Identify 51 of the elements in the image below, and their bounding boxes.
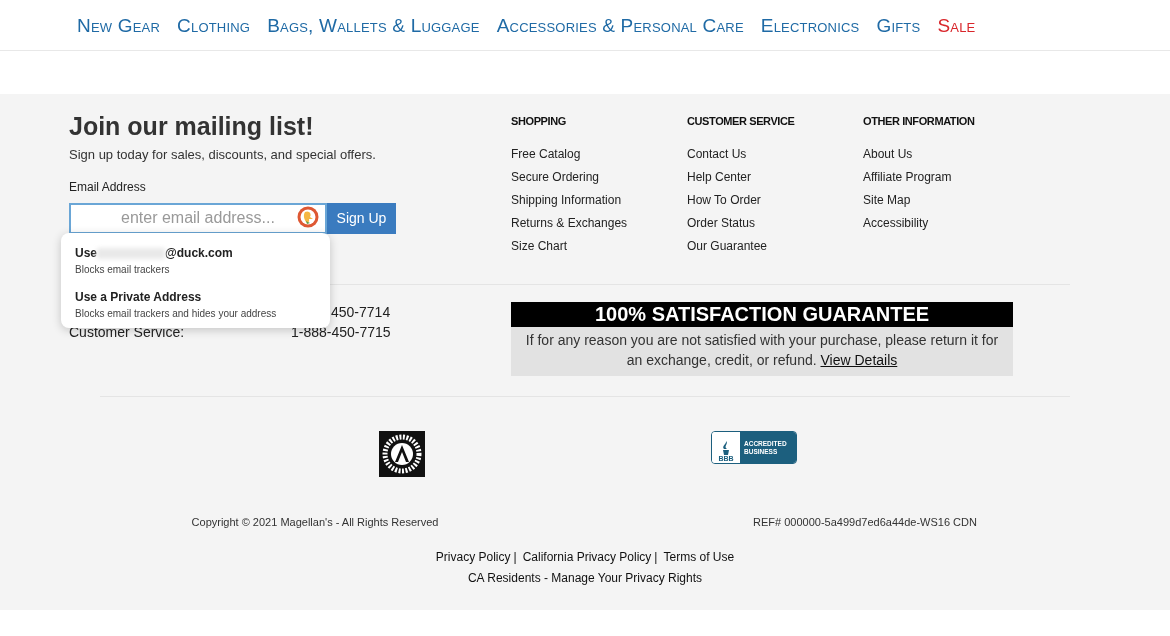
nav-link[interactable]: Gifts — [876, 11, 921, 41]
footer-link[interactable]: Site Map — [863, 193, 911, 207]
footer-link[interactable]: Help Center — [687, 170, 752, 184]
nav-link[interactable]: Accessories & Personal Care — [496, 11, 744, 41]
nav-link[interactable]: Bags, Wallets & Luggage — [267, 11, 480, 41]
torch-icon — [721, 441, 731, 455]
guarantee-text: If for any reason you are not satisfied with your purchase, please return it for an exchange, credit, or refund. View Details — [524, 331, 1000, 370]
nav-link[interactable]: New Gear — [77, 11, 161, 41]
privacy-rights-link[interactable]: CA Residents - Manage Your Privacy Rights — [467, 568, 703, 587]
accessibility-badge-icon — [379, 431, 425, 477]
field-label: Email Address — [69, 178, 147, 196]
email-field[interactable]: enter email address... — [69, 202, 327, 234]
footer-link[interactable]: About Us — [863, 147, 913, 161]
option-description: Blocks email trackers — [75, 263, 171, 277]
footer-link[interactable]: Returns & Exchanges — [511, 216, 628, 230]
copyright-text: Copyright © 2021 Magellan's - All Rights Reserved — [191, 516, 439, 528]
separator-text: | — [512, 548, 518, 566]
legal-link[interactable]: California Privacy Policy — [522, 547, 652, 566]
footer-link[interactable]: Our Guarantee — [687, 239, 768, 253]
footer-link[interactable]: Affiliate Program — [863, 170, 952, 184]
legal-link[interactable]: Privacy Policy — [435, 547, 511, 566]
option-title[interactable]: @duck.com — [165, 246, 233, 260]
footer-link[interactable]: Accessibility — [863, 216, 929, 230]
column-heading: OTHER INFORMATION — [863, 114, 976, 129]
phone-number: 1-888-450-7715 — [291, 324, 391, 340]
nav-link[interactable]: Clothing — [177, 11, 251, 41]
option-description: Blocks email trackers and hides your address — [75, 307, 278, 321]
nav-link[interactable]: Electronics — [760, 11, 860, 41]
duck-icon[interactable] — [297, 205, 319, 228]
footer-link[interactable]: Size Chart — [511, 239, 568, 253]
legal-link[interactable]: Terms of Use — [663, 547, 735, 566]
guarantee-banner: 100% SATISFACTION GUARANTEE — [511, 302, 1013, 327]
subtitle-text: Sign up today for sales, discounts, and special offers. — [69, 146, 377, 164]
option-title[interactable]: Use — [75, 246, 97, 260]
view-details-link[interactable]: View Details — [820, 352, 898, 368]
sign-up-button[interactable]: Sign Up — [327, 202, 396, 234]
footer-link[interactable]: Free Catalog — [511, 147, 581, 161]
heading: Join our mailing list! — [69, 111, 315, 141]
column-heading: CUSTOMER SERVICE — [687, 114, 796, 129]
option-title[interactable]: Use a Private Address — [75, 290, 316, 304]
footer-link[interactable]: Shipping Information — [511, 193, 622, 207]
nav-link[interactable]: Sale — [937, 11, 976, 41]
footer-link[interactable]: Secure Ordering — [511, 170, 600, 184]
phone-number: 450-7714 — [331, 304, 391, 320]
footer-link[interactable]: How To Order — [687, 193, 761, 207]
separator-text: | — [653, 548, 659, 566]
footer-link[interactable]: Contact Us — [687, 147, 747, 161]
column-heading: SHOPPING — [511, 114, 567, 129]
phone-label: Customer Service: — [69, 324, 185, 340]
reference-text: REF# 000000-5a499d7ed6a44de-WS16 CDN — [753, 516, 977, 528]
footer-link[interactable]: Order Status — [687, 216, 756, 230]
